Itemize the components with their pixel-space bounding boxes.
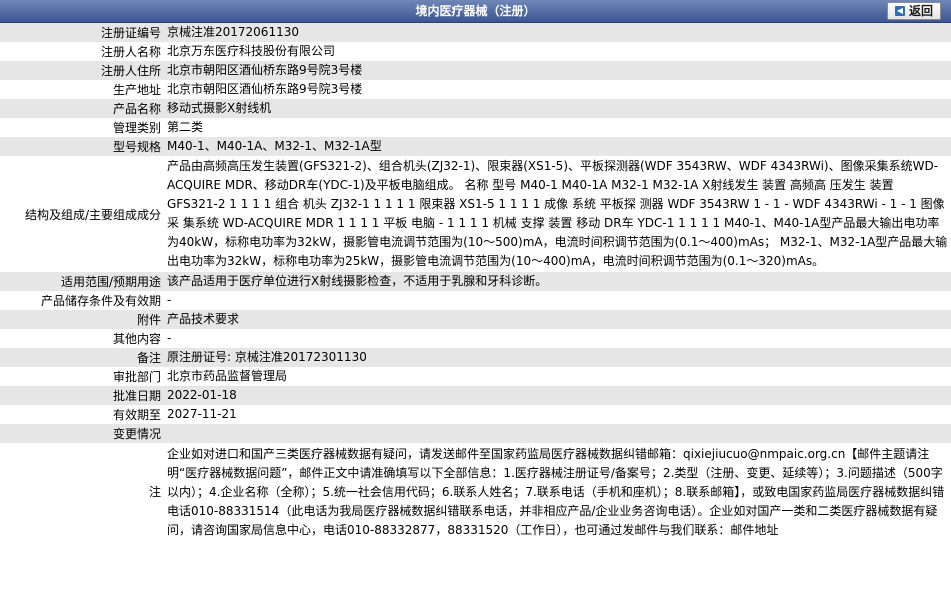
field-value: 产品技术要求 [164, 310, 951, 329]
field-label: 变更情况 [0, 424, 164, 443]
field-label: 生产地址 [0, 80, 164, 99]
field-value [164, 424, 951, 443]
page-header: 境内医疗器械（注册） ◀ 返回 [0, 0, 951, 23]
back-button-label: 返回 [908, 4, 933, 18]
table-row: 管理类别 第二类 [0, 118, 951, 137]
table-row: 产品储存条件及有效期 - [0, 291, 951, 310]
field-value: 第二类 [164, 118, 951, 137]
field-value: 产品由高频高压发生装置(GFS321-2)、组合机头(ZJ32-1)、限束器(X… [164, 156, 951, 272]
field-value: 2022-01-18 [164, 386, 951, 405]
field-value: 企业如对进口和国产三类医疗器械数据有疑问，请发送邮件至国家药监局医疗器械数据纠错… [164, 443, 951, 540]
back-button[interactable]: ◀ 返回 [887, 2, 941, 20]
table-row: 变更情况 [0, 424, 951, 443]
table-row: 批准日期 2022-01-18 [0, 386, 951, 405]
table-row: 注册人名称 北京万东医疗科技股份有限公司 [0, 42, 951, 61]
field-value: 北京市药品监督管理局 [164, 367, 951, 386]
table-row: 审批部门 北京市药品监督管理局 [0, 367, 951, 386]
field-label: 注册证编号 [0, 23, 164, 42]
field-label: 产品储存条件及有效期 [0, 291, 164, 310]
field-value: - [164, 291, 951, 310]
table-row: 备注 原注册证号: 京械注准20172301130 [0, 348, 951, 367]
field-value: 该产品适用于医疗单位进行X射线摄影检查，不适用于乳腺和牙科诊断。 [164, 272, 951, 291]
field-value: 2027-11-21 [164, 405, 951, 424]
field-value: - [164, 329, 951, 348]
field-value: M40-1、M40-1A、M32-1、M32-1A型 [164, 137, 951, 156]
table-row: 型号规格 M40-1、M40-1A、M32-1、M32-1A型 [0, 137, 951, 156]
table-row: 注 企业如对进口和国产三类医疗器械数据有疑问，请发送邮件至国家药监局医疗器械数据… [0, 443, 951, 540]
table-row: 产品名称 移动式摄影X射线机 [0, 99, 951, 118]
table-row: 结构及组成/主要组成成分 产品由高频高压发生装置(GFS321-2)、组合机头(… [0, 156, 951, 272]
table-row: 其他内容 - [0, 329, 951, 348]
field-label: 审批部门 [0, 367, 164, 386]
page-title: 境内医疗器械（注册） [415, 4, 536, 18]
table-row: 适用范围/预期用途 该产品适用于医疗单位进行X射线摄影检查，不适用于乳腺和牙科诊… [0, 272, 951, 291]
back-arrow-icon: ◀ [894, 6, 905, 16]
field-label: 型号规格 [0, 137, 164, 156]
field-label: 注 [0, 443, 164, 540]
field-value: 北京市朝阳区酒仙桥东路9号院3号楼 [164, 80, 951, 99]
field-value: 京械注准20172061130 [164, 23, 951, 42]
table-row: 注册人住所 北京市朝阳区酒仙桥东路9号院3号楼 [0, 61, 951, 80]
field-value: 北京市朝阳区酒仙桥东路9号院3号楼 [164, 61, 951, 80]
table-row: 附件 产品技术要求 [0, 310, 951, 329]
field-label: 结构及组成/主要组成成分 [0, 156, 164, 272]
field-label: 适用范围/预期用途 [0, 272, 164, 291]
table-row: 有效期至 2027-11-21 [0, 405, 951, 424]
table-row: 注册证编号 京械注准20172061130 [0, 23, 951, 42]
field-label: 其他内容 [0, 329, 164, 348]
table-row: 生产地址 北京市朝阳区酒仙桥东路9号院3号楼 [0, 80, 951, 99]
field-label: 产品名称 [0, 99, 164, 118]
field-label: 备注 [0, 348, 164, 367]
field-label: 注册人住所 [0, 61, 164, 80]
field-label: 有效期至 [0, 405, 164, 424]
field-label: 注册人名称 [0, 42, 164, 61]
field-value: 北京万东医疗科技股份有限公司 [164, 42, 951, 61]
field-value: 移动式摄影X射线机 [164, 99, 951, 118]
detail-table: 注册证编号 京械注准20172061130 注册人名称 北京万东医疗科技股份有限… [0, 23, 951, 540]
field-value: 原注册证号: 京械注准20172301130 [164, 348, 951, 367]
field-label: 附件 [0, 310, 164, 329]
field-label: 批准日期 [0, 386, 164, 405]
field-label: 管理类别 [0, 118, 164, 137]
